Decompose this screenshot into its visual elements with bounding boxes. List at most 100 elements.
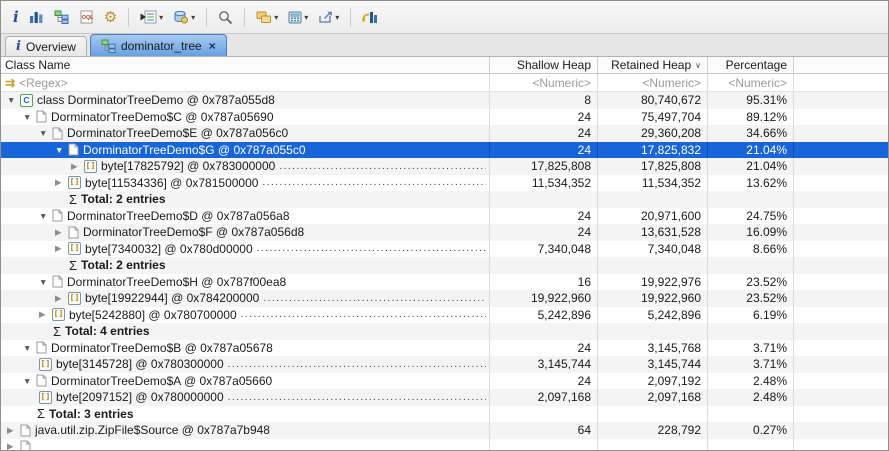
shallow-heap-cell-value: 24 <box>577 340 591 355</box>
filter-field-retained-heap[interactable]: <Numeric> <box>598 74 708 91</box>
shallow-heap-cell-value: 24 <box>577 225 591 240</box>
tab-close-icon[interactable]: × <box>209 40 216 52</box>
tree-row[interactable]: DorminatorTreeDemo$C @ 0x787a05690 24 75,4… <box>1 108 888 125</box>
retained-heap-cell-value: 5,242,896 <box>647 307 701 322</box>
class-name-cell: [] byte[11534336] @ 0x781500000 <box>1 174 490 191</box>
tab-dominator-tree[interactable]: dominator_tree × <box>89 34 227 56</box>
shallow-heap-cell-value: 24 <box>577 208 591 223</box>
percentage-cell <box>708 191 794 208</box>
info-button[interactable]: i <box>10 8 22 26</box>
class-name-cell: [] byte[3145728] @ 0x780300000 <box>1 356 490 373</box>
column-header-class-name[interactable]: Class Name <box>1 57 490 73</box>
tree-row[interactable]: [] byte[3145728] @ 0x780300000 3,145,744 3,… <box>1 356 888 373</box>
dominator-tree-icon <box>101 39 116 53</box>
compare-histogram-button[interactable] <box>359 8 381 26</box>
object-icon <box>36 341 47 354</box>
tree-row[interactable]: Cclass DorminatorTreeDemo @ 0x787a055d8 8… <box>1 92 888 109</box>
expander-icon[interactable] <box>39 309 52 320</box>
column-header-shallow-heap[interactable]: Shallow Heap <box>490 57 598 73</box>
tree-row[interactable]: DorminatorTreeDemo$H @ 0x787f00ea8 16 19,9… <box>1 273 888 290</box>
column-header-retained-heap[interactable]: Retained Heap ∨ <box>598 57 708 73</box>
column-header-label: Shallow Heap <box>516 58 591 72</box>
tree-row[interactable]: Σ Total: 4 entries <box>1 323 888 340</box>
shallow-heap-cell: 24 <box>490 372 598 389</box>
filter-field-shallow-heap[interactable]: <Numeric> <box>490 74 598 91</box>
class-name-cell: DorminatorTreeDemo$C @ 0x787a05690 <box>1 108 490 125</box>
expander-icon[interactable] <box>55 227 68 238</box>
histogram-button[interactable] <box>26 8 47 26</box>
tree-row[interactable]: DorminatorTreeDemo$G @ 0x787a055c0 24 17,8… <box>1 141 888 158</box>
expander-icon[interactable] <box>55 243 68 254</box>
expander-icon[interactable] <box>39 277 52 287</box>
expander-icon[interactable] <box>71 161 84 172</box>
tree-row[interactable]: Σ Total: 2 entries <box>1 257 888 274</box>
expander-icon[interactable] <box>7 441 20 450</box>
row-label: DorminatorTreeDemo$D @ 0x787a056a8 <box>67 208 290 223</box>
tree-row[interactable]: java.util.zip.ZipFile$Source @ 0x787a7b9… <box>1 422 888 439</box>
row-filler <box>794 323 888 340</box>
filter-field-class-name[interactable]: ⇉ <Regex> <box>1 74 490 91</box>
class-name-cell: Cclass DorminatorTreeDemo @ 0x787a055d8 <box>1 92 490 109</box>
tree-row[interactable]: DorminatorTreeDemo$D @ 0x787a056a8 24 20,9… <box>1 207 888 224</box>
expander-icon[interactable] <box>39 128 52 138</box>
row-label: DorminatorTreeDemo$B @ 0x787a05678 <box>51 340 273 355</box>
query-browser-icon <box>140 10 157 24</box>
percentage-cell: 24.75% <box>708 207 794 224</box>
object-icon <box>52 275 63 288</box>
search-button[interactable] <box>215 8 236 27</box>
shallow-heap-cell: 17,825,808 <box>490 158 598 175</box>
class-name-cell: [] byte[5242880] @ 0x780700000 <box>1 306 490 323</box>
group-by-button[interactable] <box>253 9 281 26</box>
oql-button[interactable]: OQL <box>76 8 97 26</box>
tree-row[interactable]: [] byte[17825792] @ 0x783000000 17,825,808… <box>1 158 888 175</box>
tree-row[interactable]: [] byte[5242880] @ 0x780700000 5,242,896 5,… <box>1 306 888 323</box>
tree-row[interactable]: DorminatorTreeDemo$B @ 0x787a05678 24 3,14… <box>1 339 888 356</box>
expander-icon[interactable] <box>23 112 36 122</box>
heap-dump-button[interactable] <box>170 8 198 26</box>
shallow-heap-cell: 19,922,960 <box>490 290 598 307</box>
calculator-button[interactable] <box>285 9 311 26</box>
retained-heap-cell: 29,360,208 <box>598 125 708 142</box>
filter-field-percentage[interactable]: <Numeric> <box>708 74 794 91</box>
gear-button[interactable]: ⚙ <box>101 8 120 27</box>
expander-icon[interactable] <box>7 425 20 436</box>
percentage-cell-value: 13.62% <box>746 175 787 190</box>
toolbar-separator <box>244 7 246 27</box>
tree-row[interactable]: [] byte[7340032] @ 0x780d00000 7,340,048 7,… <box>1 240 888 257</box>
retained-heap-cell: 5,242,896 <box>598 306 708 323</box>
expander-icon[interactable] <box>7 95 20 105</box>
tree-row-partial[interactable] <box>1 438 888 450</box>
expander-icon[interactable] <box>23 343 36 353</box>
tree-row[interactable]: [] byte[11534336] @ 0x781500000 11,534,352… <box>1 174 888 191</box>
shallow-heap-cell: 5,242,896 <box>490 306 598 323</box>
tab-overview[interactable]: i Overview <box>5 36 87 56</box>
export-button[interactable] <box>315 8 342 26</box>
expander-icon[interactable] <box>55 177 68 188</box>
tree-row[interactable]: DorminatorTreeDemo$F @ 0x787a056d8 24 13,6… <box>1 224 888 241</box>
retained-heap-cell-value: 80,740,672 <box>640 93 701 108</box>
shallow-heap-cell-value: 24 <box>577 126 591 141</box>
query-browser-button[interactable] <box>137 8 166 26</box>
expander-icon[interactable] <box>55 145 68 155</box>
tree-row[interactable]: Σ Total: 3 entries <box>1 405 888 422</box>
dominator-tree-button[interactable] <box>51 8 72 26</box>
expander-icon[interactable] <box>55 293 68 304</box>
tree-row[interactable]: [] byte[19922944] @ 0x784200000 19,922,960… <box>1 290 888 307</box>
class-name-cell: Σ Total: 4 entries <box>1 323 490 340</box>
tree-row[interactable]: DorminatorTreeDemo$E @ 0x787a056c0 24 29,3… <box>1 125 888 142</box>
percentage-cell: 34.66% <box>708 125 794 142</box>
expander-icon[interactable] <box>23 376 36 386</box>
percentage-cell-value: 3.71% <box>752 357 787 372</box>
percentage-cell: 16.09% <box>708 224 794 241</box>
retained-heap-cell: 11,534,352 <box>598 174 708 191</box>
retained-heap-cell: 2,097,192 <box>598 372 708 389</box>
tree-row[interactable]: Σ Total: 2 entries <box>1 191 888 208</box>
leader-dots <box>228 359 486 370</box>
expander-icon[interactable] <box>39 211 52 221</box>
dominator-tree-table: Class Name Shallow Heap Retained Heap ∨ Perc… <box>1 57 888 450</box>
column-header-percentage[interactable]: Percentage <box>708 57 794 73</box>
gear-icon: ⚙ <box>103 8 118 26</box>
retained-heap-cell: 3,145,744 <box>598 356 708 373</box>
tree-row[interactable]: DorminatorTreeDemo$A @ 0x787a05660 24 2,09… <box>1 372 888 389</box>
tree-row[interactable]: [] byte[2097152] @ 0x780000000 2,097,168 2,… <box>1 389 888 406</box>
